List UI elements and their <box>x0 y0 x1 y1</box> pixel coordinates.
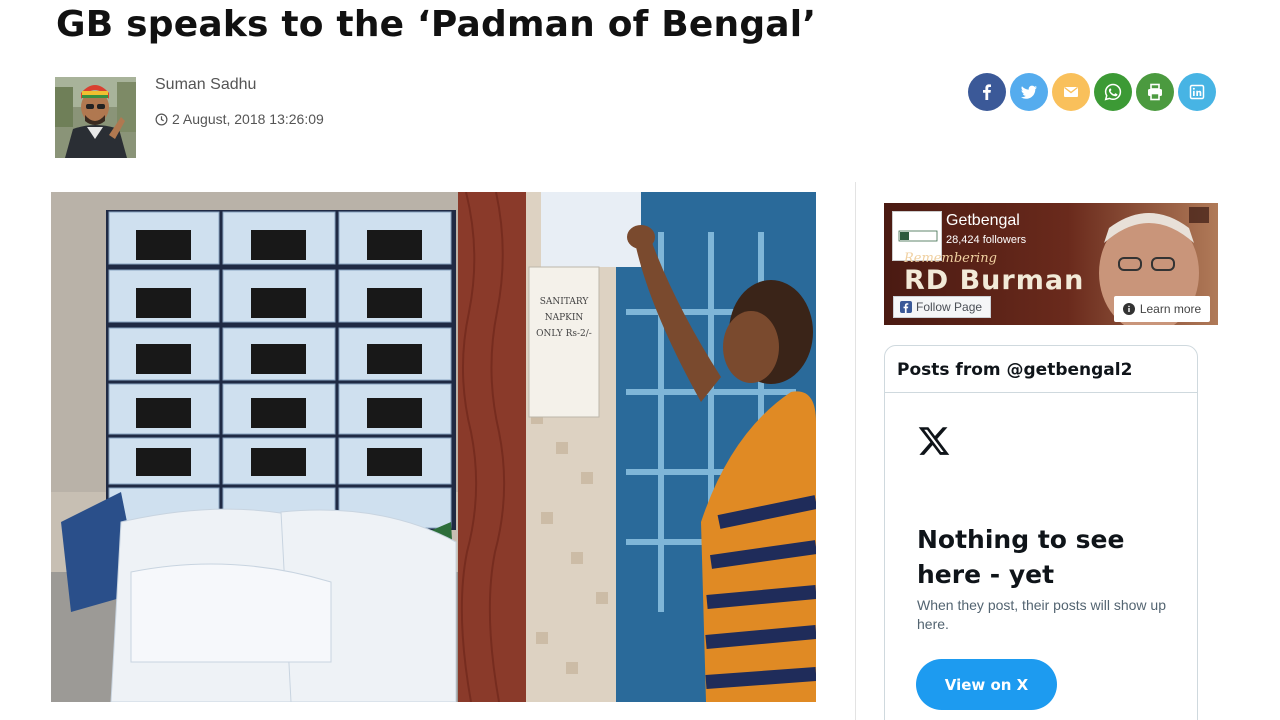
napkin-packets <box>110 508 457 702</box>
photo-sign-line-1: SANITARY <box>540 297 590 307</box>
learn-more-label: Learn more <box>1139 302 1202 316</box>
clock-icon <box>155 113 168 125</box>
napkin-box-stack <box>106 210 456 530</box>
post-date: 2 August, 2018 13:26:09 <box>155 111 324 127</box>
article-title: GB speaks to the ‘Padman of Bengal’ <box>56 4 817 45</box>
facebook-icon <box>983 84 991 100</box>
email-icon <box>1064 86 1078 97</box>
follow-page-button[interactable]: Follow Page <box>893 296 992 318</box>
cover-script-text: Remembering <box>904 251 997 266</box>
print-button[interactable] <box>1136 73 1174 111</box>
follow-page-label: Follow Page <box>916 300 983 314</box>
author-photo <box>55 77 136 158</box>
twitter-icon <box>1021 85 1037 99</box>
info-icon <box>1122 303 1135 315</box>
photo-sign-line-3: ONLY Rs-2/- <box>536 329 592 339</box>
print-icon <box>1148 83 1162 101</box>
sidebar-divider <box>855 182 856 720</box>
whatsapp-share-button[interactable] <box>1094 73 1132 111</box>
x-timeline-widget: Posts from @getbengal2 Nothing to see he… <box>884 345 1198 720</box>
x-timeline-title[interactable]: Posts from @getbengal2 <box>885 346 1197 393</box>
author-avatar[interactable] <box>55 77 136 158</box>
empty-state-subtitle: When they post, their posts will show up… <box>917 597 1167 632</box>
learn-more-button[interactable]: Learn more <box>1114 296 1210 322</box>
twitter-share-button[interactable] <box>1010 73 1048 111</box>
linkedin-icon <box>1189 84 1205 100</box>
x-logo-icon[interactable] <box>917 424 951 458</box>
article-photo: SANITARY NAPKIN ONLY Rs-2/- <box>51 192 816 702</box>
facebook-page-name[interactable]: Getbengal <box>946 212 1020 230</box>
empty-state-title: Nothing to see here - yet <box>917 525 1125 589</box>
padman-photo: SANITARY NAPKIN ONLY Rs-2/- <box>51 192 816 702</box>
facebook-small-icon <box>900 301 912 313</box>
whatsapp-icon <box>1104 83 1122 101</box>
author-name[interactable]: Suman Sadhu <box>155 76 256 94</box>
facebook-followers-count: 28,424 followers <box>946 234 1027 246</box>
photo-sign-line-2: NAPKIN <box>545 313 584 323</box>
post-date-text: 2 August, 2018 13:26:09 <box>172 111 324 127</box>
facebook-share-button[interactable] <box>968 73 1006 111</box>
email-share-button[interactable] <box>1052 73 1090 111</box>
linkedin-share-button[interactable] <box>1178 73 1216 111</box>
facebook-page-widget[interactable]: Getbengal 28,424 followers Remembering R… <box>884 203 1218 325</box>
cover-banner-text: RD Burman <box>904 265 1085 296</box>
view-on-x-button[interactable]: View on X <box>916 659 1057 710</box>
